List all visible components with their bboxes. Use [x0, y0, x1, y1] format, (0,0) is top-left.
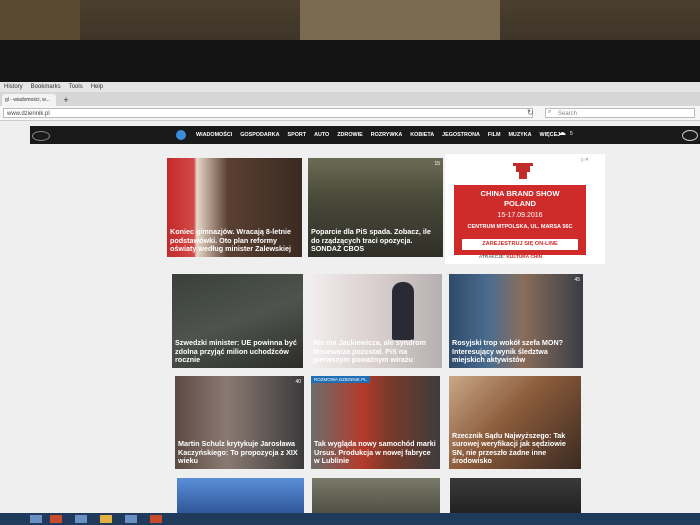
weather-temp: 5: [570, 131, 573, 137]
nav-auto[interactable]: AUTO: [310, 132, 333, 138]
article-title: Koniec gimnazjów. Wracają 8-letnie podst…: [170, 227, 292, 254]
nav-film[interactable]: FILM: [484, 132, 505, 138]
article-title: Martin Schulz krytykuje Jarosława Kaczyń…: [178, 439, 298, 466]
ad-attraction-label: ATRAKCJE:: [479, 255, 506, 260]
nav-kobieta[interactable]: KOBIETA: [406, 132, 438, 138]
ad-venue: CENTRUM MTPOLSKA, UL. MARSA 56C: [467, 224, 573, 230]
article-title: Rosyjski trop wokół szefa MON? Interesuj…: [452, 338, 564, 365]
menu-bookmarks[interactable]: Bookmarks: [31, 84, 61, 90]
browser-tab[interactable]: gl - wiadomości, w...: [2, 94, 56, 106]
article-tile[interactable]: Szwedzki minister: UE powinna być zdolna…: [172, 274, 303, 368]
comment-count: 15: [434, 161, 440, 167]
article-title: Szwedzki minister: UE powinna być zdolna…: [175, 338, 297, 365]
nav-jegostrona[interactable]: JEGOSTRONA: [438, 132, 484, 138]
advert-china-brand-show[interactable]: ▷✕ CHINA BRAND SHOW POLAND 15-17.09.2016…: [445, 154, 605, 264]
browser-tabbar: gl - wiadomości, w... +: [0, 92, 700, 106]
article-tile[interactable]: [177, 478, 304, 518]
article-tile[interactable]: [312, 478, 440, 518]
article-tile[interactable]: 45 Rosyjski trop wokół szefa MON? Intere…: [449, 274, 583, 368]
ad-attraction-value: KULTURA CHIN: [506, 255, 543, 260]
article-title: Rzecznik Sądu Najwyższego: Tak surowej w…: [452, 430, 566, 466]
ad-title-2: POLAND: [503, 199, 537, 208]
nav-rozrywka[interactable]: ROZRYWKA: [367, 132, 407, 138]
pagoda-icon: [513, 163, 533, 179]
site-logo-left[interactable]: [32, 131, 50, 141]
ad-title-1: CHINA BRAND SHOW: [480, 189, 560, 198]
nav-items: WIADOMOŚCI GOSPODARKA SPORT AUTO ZDROWIE…: [192, 126, 564, 144]
ad-close-icon[interactable]: ▷✕: [581, 157, 589, 163]
comment-count: 45: [574, 277, 580, 283]
ad-attraction: ATRAKCJE: KULTURA CHIN: [479, 255, 542, 260]
article-tile[interactable]: 40 Martin Schulz krytykuje Jarosława Kac…: [175, 376, 304, 469]
bookshelf: [0, 0, 80, 45]
menu-help[interactable]: Help: [91, 84, 103, 90]
person-figure: [392, 282, 414, 340]
article-image: [177, 478, 304, 518]
article-tile[interactable]: ROZMOWA DZIENNIK.PL Tak wygląda nowy sam…: [311, 376, 440, 469]
url-input[interactable]: www.dziennik.pl: [3, 108, 533, 118]
reload-icon[interactable]: ↻: [527, 108, 534, 117]
browser-menubar: History Bookmarks Tools Help: [0, 82, 700, 92]
nav-sport[interactable]: SPORT: [283, 132, 310, 138]
ad-register-button[interactable]: ZAREJESTRUJ SIĘ ON-LINE: [462, 239, 578, 250]
ad-date: 15-17.09.2016: [497, 212, 543, 219]
nav-muzyka[interactable]: MUZYKA: [504, 132, 535, 138]
os-taskbar: [0, 513, 700, 525]
taskbar-app-icon[interactable]: [125, 515, 137, 523]
site-logo-right[interactable]: [682, 130, 698, 141]
taskbar-app-icon[interactable]: [50, 515, 62, 523]
monitor-screen: History Bookmarks Tools Help gl - wiadom…: [0, 82, 700, 525]
nav-zdrowie[interactable]: ZDROWIE: [333, 132, 366, 138]
cloud-sun-icon: ☁: [558, 128, 566, 137]
new-tab-button[interactable]: +: [60, 94, 72, 106]
menu-history[interactable]: History: [4, 84, 23, 90]
taskbar-app-icon[interactable]: [150, 515, 162, 523]
site-nav: WIADOMOŚCI GOSPODARKA SPORT AUTO ZDROWIE…: [30, 126, 700, 144]
article-tag: ROZMOWA DZIENNIK.PL: [311, 376, 370, 383]
taskbar-app-icon[interactable]: [30, 515, 42, 523]
article-tile[interactable]: 15 Poparcie dla PiS spada. Zobacz, ile d…: [308, 158, 443, 257]
nav-gospodarka[interactable]: GOSPODARKA: [236, 132, 283, 138]
article-title: Poparcie dla PiS spada. Zobacz, ile do r…: [311, 227, 431, 254]
browser-toolbar: www.dziennik.pl ↻ Search ⌕: [0, 106, 700, 121]
monitor-bezel: [0, 40, 700, 85]
menu-tools[interactable]: Tools: [69, 84, 83, 90]
taskbar-app-icon[interactable]: [100, 515, 112, 523]
search-input[interactable]: Search: [545, 108, 695, 118]
taskbar-app-icon[interactable]: [75, 515, 87, 523]
search-icon: ⌕: [548, 109, 552, 115]
nav-wiadomosci[interactable]: WIADOMOŚCI: [192, 132, 236, 138]
site-logo-icon[interactable]: [176, 130, 186, 140]
comment-count: 40: [295, 379, 301, 385]
article-tile[interactable]: Nie ma Jackiewicza, ale syndrom Misiewic…: [310, 274, 442, 368]
article-image: [450, 478, 581, 518]
article-image: [312, 478, 440, 518]
article-tile[interactable]: Koniec gimnazjów. Wracają 8-letnie podst…: [167, 158, 302, 257]
article-title: Nie ma Jackiewicza, ale syndrom Misiewic…: [313, 338, 427, 365]
article-tile[interactable]: Rzecznik Sądu Najwyższego: Tak surowej w…: [449, 376, 581, 469]
room-window: [300, 0, 500, 40]
article-tile[interactable]: [450, 478, 581, 518]
article-title: Tak wygląda nowy samochód marki Ursus. P…: [314, 439, 436, 466]
